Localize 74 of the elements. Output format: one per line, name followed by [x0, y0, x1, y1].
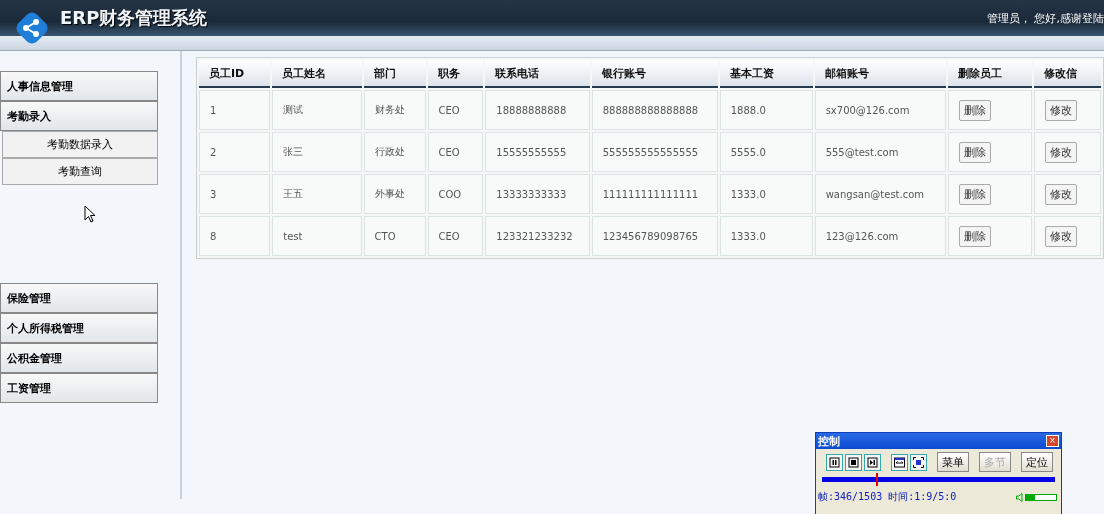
delete-button[interactable]: 删除	[958, 99, 991, 121]
table-cell: wangsan@test.com	[814, 174, 946, 214]
table-cell: 测试	[272, 90, 362, 130]
step-forward-icon[interactable]	[864, 453, 881, 471]
delete-button[interactable]: 删除	[958, 183, 991, 205]
sidebar-menu-item[interactable]: 公积金管理	[0, 343, 158, 373]
frame-time-status: 帧:346/1503 时间:1:9/5:0	[818, 490, 957, 504]
edit-button[interactable]: 修改	[1045, 141, 1078, 163]
table-cell: 555555555555555	[591, 132, 718, 172]
sidebar-menu-item[interactable]: 个人所得税管理	[0, 313, 158, 343]
stop-icon[interactable]	[845, 453, 862, 471]
table-cell: 3	[199, 174, 271, 214]
sidebar-menu-item[interactable]: 工资管理	[0, 373, 158, 403]
sidebar-subitem[interactable]: 考勤查询	[2, 158, 158, 185]
table-cell: test	[272, 216, 362, 256]
table-cell: 王五	[272, 174, 362, 214]
pause-icon[interactable]	[826, 453, 843, 471]
table-cell: 1	[199, 90, 271, 130]
column-header: 邮箱账号	[814, 60, 946, 88]
column-header: 员工ID	[199, 60, 271, 88]
window-title: 控制	[818, 433, 840, 449]
volume-slider[interactable]	[1025, 493, 1057, 501]
edit-button[interactable]: 修改	[1045, 225, 1078, 247]
sidebar-menu-item[interactable]: 考勤录入	[0, 101, 158, 131]
sidebar-menu-item[interactable]: 保险管理	[0, 283, 158, 313]
column-header: 银行账号	[591, 60, 718, 88]
fullscreen-icon[interactable]	[910, 453, 927, 471]
table-cell: 1888.0	[719, 90, 813, 130]
table-cell: 13333333333	[485, 174, 590, 214]
table-cell: 行政处	[363, 132, 426, 172]
table-cell: CEO	[427, 216, 484, 256]
table-cell: 2	[199, 132, 271, 172]
table-cell: 555@test.com	[814, 132, 946, 172]
greeting-text: 管理员， 您好,感谢登陆	[987, 10, 1104, 26]
column-header: 基本工资	[719, 60, 813, 88]
column-header: 员工姓名	[272, 60, 362, 88]
sidebar-menu-item[interactable]: 人事信息管理	[0, 71, 158, 101]
table-cell: 111111111111111	[591, 174, 718, 214]
column-header: 删除员工	[947, 60, 1033, 88]
table-cell: 张三	[272, 132, 362, 172]
table-cell: 1333.0	[719, 174, 813, 214]
column-header: 部门	[363, 60, 426, 88]
fit-window-icon[interactable]	[891, 453, 908, 471]
edit-button[interactable]: 修改	[1045, 99, 1078, 121]
table-cell: 8	[199, 216, 271, 256]
table-cell: CEO	[427, 90, 484, 130]
cursor-icon	[84, 205, 96, 223]
table-cell: 123@126.com	[814, 216, 946, 256]
table-cell: 5555.0	[719, 132, 813, 172]
table-cell: 18888888888	[485, 90, 590, 130]
column-header: 修改信	[1034, 60, 1101, 88]
table-cell: 888888888888888	[591, 90, 718, 130]
table-cell: 外事处	[363, 174, 426, 214]
table-cell: 123321233232	[485, 216, 590, 256]
delete-button[interactable]: 删除	[958, 141, 991, 163]
column-header: 联系电话	[485, 60, 590, 88]
table-cell: 15555555555	[485, 132, 590, 172]
table-cell: 财务处	[363, 90, 426, 130]
speaker-icon	[1016, 492, 1023, 502]
table-cell: CTO	[363, 216, 426, 256]
delete-button[interactable]: 删除	[958, 225, 991, 247]
table-cell: CEO	[427, 132, 484, 172]
close-button[interactable]: ×	[1046, 435, 1059, 447]
player-button[interactable]: 菜单	[937, 452, 969, 472]
table-cell: COO	[427, 174, 484, 214]
table-cell: sx700@126.com	[814, 90, 946, 130]
table-cell: 1333.0	[719, 216, 813, 256]
app-title: ERP财务管理系统	[60, 6, 208, 30]
sidebar-subitem[interactable]: 考勤数据录入	[2, 131, 158, 158]
edit-button[interactable]: 修改	[1045, 183, 1078, 205]
player-button[interactable]: 定位	[1021, 452, 1053, 472]
progress-thumb[interactable]	[875, 473, 878, 486]
table-cell: 123456789098765	[591, 216, 718, 256]
column-header: 职务	[427, 60, 484, 88]
